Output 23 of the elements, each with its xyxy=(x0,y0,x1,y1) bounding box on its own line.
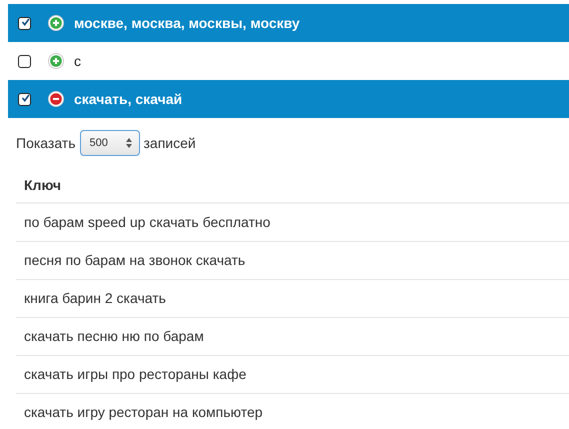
group-label: скачать, скачай xyxy=(74,91,182,107)
group-label: москве, москва, москвы, москву xyxy=(74,15,300,31)
entries-label: записей xyxy=(144,135,196,151)
table-cell: по барам speed up скачать бесплатно xyxy=(16,204,569,242)
table-cell-text: скачать игру ресторан на компьютер xyxy=(23,403,264,421)
checkbox[interactable] xyxy=(18,16,31,30)
group-row[interactable]: москве, москва, москвы, москву xyxy=(8,4,569,42)
table-cell: скачать песню ню по барам xyxy=(16,318,569,356)
group-row[interactable]: скачать, скачай xyxy=(8,80,569,118)
plus-icon[interactable] xyxy=(48,53,64,69)
checkbox[interactable] xyxy=(18,54,31,68)
table-cell: скачать игры про рестораны кафе xyxy=(16,356,569,394)
updown-icon xyxy=(126,138,132,148)
table-cell: книга барин 2 скачать xyxy=(16,280,569,318)
column-header[interactable]: Ключ xyxy=(16,168,569,204)
group-label: с xyxy=(74,53,81,69)
plus-icon[interactable] xyxy=(48,15,64,31)
show-label: Показать xyxy=(16,135,76,151)
minus-icon[interactable] xyxy=(48,91,64,107)
checkbox[interactable] xyxy=(18,92,31,106)
group-row[interactable]: с xyxy=(8,42,569,80)
table-cell: песня по барам на звонок скачать xyxy=(16,242,569,280)
page-size-select[interactable]: 500 xyxy=(80,130,140,156)
